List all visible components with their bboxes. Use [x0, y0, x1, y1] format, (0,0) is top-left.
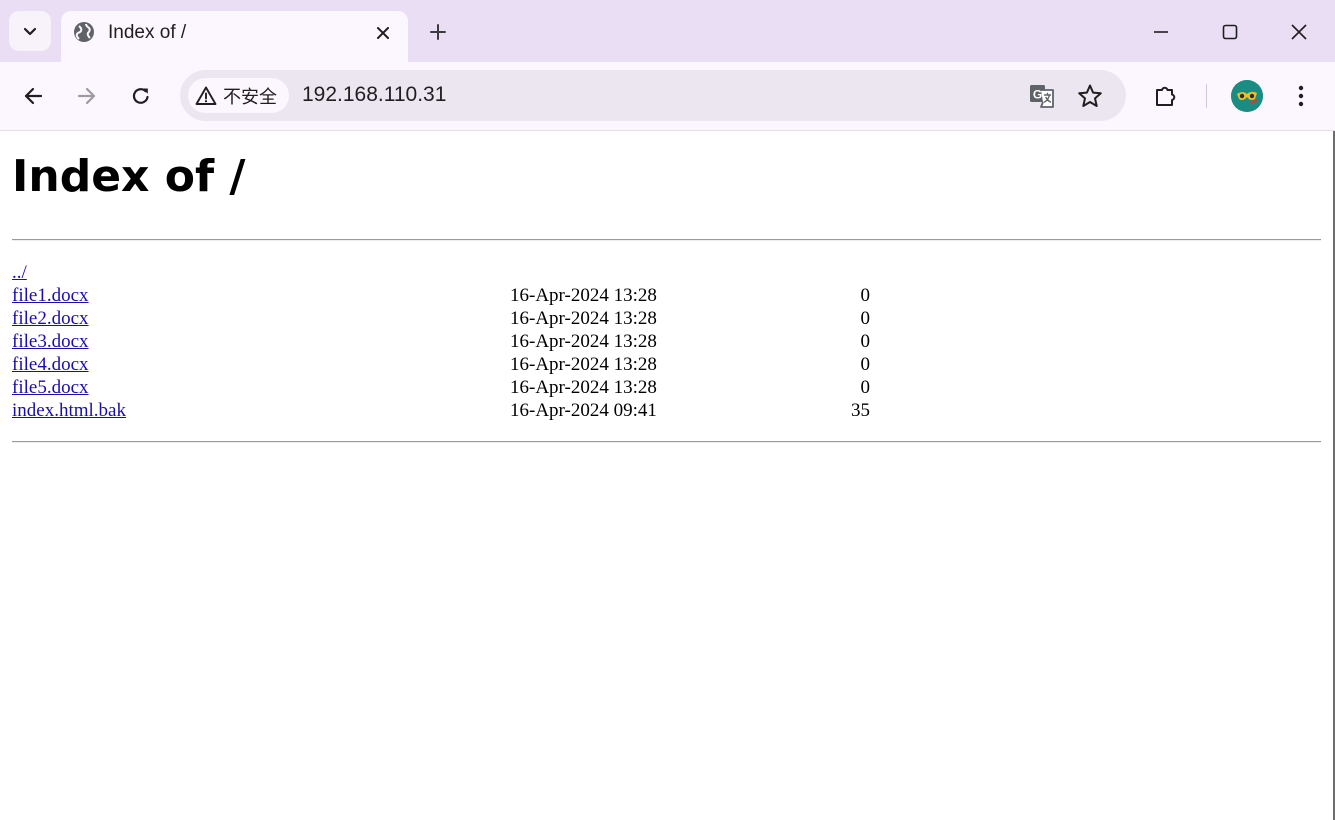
reload-button[interactable] [124, 79, 158, 113]
file-listing: ../ file1.docx 16-Apr-2024 13:28 0 file2… [12, 261, 1012, 422]
parent-directory-link[interactable]: ../ [12, 261, 27, 284]
file-link[interactable]: index.html.bak [12, 399, 126, 422]
file-size: 0 [860, 331, 871, 352]
kebab-menu-icon [1298, 85, 1304, 107]
file-size: 0 [860, 354, 871, 375]
chevron-down-icon [23, 27, 37, 36]
arrow-left-icon [24, 87, 43, 105]
file-link[interactable]: file1.docx [12, 284, 89, 307]
file-link[interactable]: file2.docx [12, 307, 89, 330]
file-size: 0 [860, 308, 871, 329]
file-date: 16-Apr-2024 13:28 [510, 308, 657, 329]
list-item: ../ [12, 261, 1012, 284]
puzzle-icon [1156, 86, 1176, 106]
tab-search-button[interactable] [9, 11, 51, 51]
svg-text:G: G [1033, 88, 1042, 102]
minimize-icon [1154, 31, 1168, 33]
profile-avatar-icon [1231, 80, 1263, 112]
tab-title: Index of / [108, 22, 187, 43]
toolbar: 不安全 192.168.110.31 G [0, 62, 1335, 131]
translate-icon: G [1030, 85, 1054, 108]
toolbar-divider [1206, 84, 1207, 108]
url-text[interactable]: 192.168.110.31 [302, 83, 446, 107]
file-link[interactable]: file4.docx [12, 353, 89, 376]
file-size: 35 [851, 400, 870, 421]
browser-window: Index of / 不安全 192.168.110.31 G Index of… [0, 0, 1335, 820]
warning-icon [195, 85, 217, 107]
globe-icon [74, 22, 94, 42]
file-size: 0 [860, 285, 871, 306]
maximize-icon [1222, 24, 1238, 40]
file-link[interactable]: file3.docx [12, 330, 89, 353]
browser-menu-button[interactable] [1284, 79, 1318, 113]
list-item: file2.docx 16-Apr-2024 13:28 0 [12, 307, 1012, 330]
close-icon [1291, 24, 1307, 40]
forward-button[interactable] [70, 79, 104, 113]
page-title: Index of / [12, 151, 246, 202]
list-item: index.html.bak 16-Apr-2024 09:41 35 [12, 399, 1012, 422]
page-content: Index of / ../ file1.docx 16-Apr-2024 13… [0, 131, 1335, 820]
divider-bottom [12, 441, 1321, 443]
file-date: 16-Apr-2024 13:28 [510, 285, 657, 306]
close-icon [377, 27, 389, 39]
tab-active[interactable]: Index of / [61, 11, 408, 62]
list-item: file1.docx 16-Apr-2024 13:28 0 [12, 284, 1012, 307]
file-date: 16-Apr-2024 13:28 [510, 331, 657, 352]
extensions-button[interactable] [1149, 79, 1183, 113]
file-date: 16-Apr-2024 13:28 [510, 354, 657, 375]
security-chip[interactable]: 不安全 [188, 78, 289, 113]
new-tab-button[interactable] [424, 18, 452, 46]
address-bar[interactable]: 不安全 192.168.110.31 G [180, 70, 1126, 121]
reload-icon [132, 88, 149, 104]
list-item: file4.docx 16-Apr-2024 13:28 0 [12, 353, 1012, 376]
translate-button[interactable]: G [1026, 80, 1058, 112]
file-link[interactable]: file5.docx [12, 376, 89, 399]
minimize-button[interactable] [1144, 15, 1178, 49]
security-label: 不安全 [223, 86, 277, 107]
bookmark-button[interactable] [1074, 80, 1106, 112]
file-size: 0 [860, 377, 871, 398]
tab-close-button[interactable] [372, 22, 394, 44]
star-icon [1078, 84, 1102, 107]
maximize-button[interactable] [1213, 15, 1247, 49]
arrow-right-icon [77, 87, 96, 105]
tab-strip: Index of / [0, 0, 1335, 62]
avatar[interactable] [1231, 80, 1263, 112]
list-item: file3.docx 16-Apr-2024 13:28 0 [12, 330, 1012, 353]
file-date: 16-Apr-2024 13:28 [510, 377, 657, 398]
back-button[interactable] [16, 79, 50, 113]
window-close-button[interactable] [1282, 15, 1316, 49]
divider-top [12, 239, 1321, 241]
list-item: file5.docx 16-Apr-2024 13:28 0 [12, 376, 1012, 399]
file-date: 16-Apr-2024 09:41 [510, 400, 657, 421]
plus-icon [430, 24, 446, 40]
